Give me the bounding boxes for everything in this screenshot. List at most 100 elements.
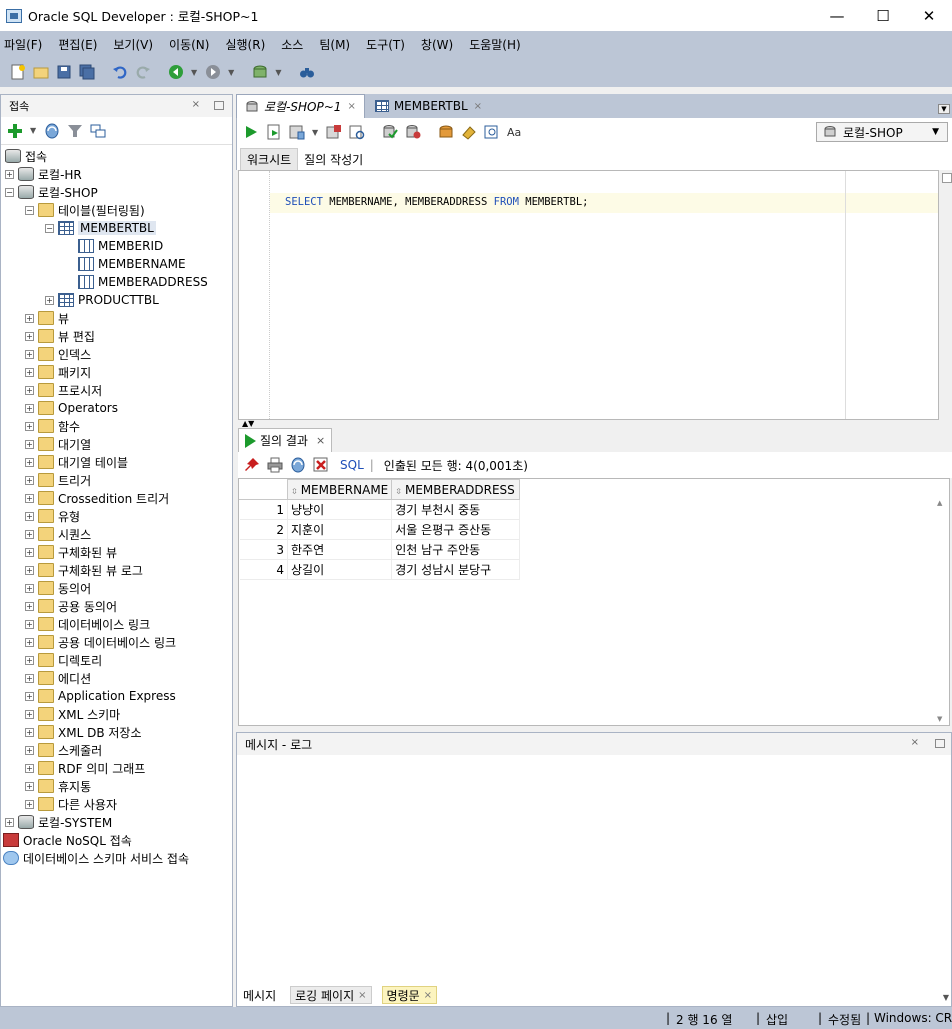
- binoculars-icon[interactable]: [299, 64, 315, 80]
- expand-icon[interactable]: +: [25, 799, 34, 809]
- table-row[interactable]: 1 냥냥이 경기 부천시 중동: [239, 499, 521, 520]
- back-dropdown-icon[interactable]: ▼: [191, 68, 197, 77]
- tree-item[interactable]: MEMBERNAME: [1, 255, 232, 273]
- tab-worksheet[interactable]: 로컬-SHOP~1 ×: [236, 94, 365, 118]
- expand-icon[interactable]: +: [25, 385, 34, 395]
- tab-worksheet-editor[interactable]: 워크시트: [240, 148, 299, 170]
- tree-item[interactable]: Oracle NoSQL 접속: [1, 831, 232, 849]
- tree-item[interactable]: + 프로시저: [1, 381, 232, 399]
- sql-tuning-icon[interactable]: [349, 124, 365, 140]
- run-script-icon[interactable]: [266, 124, 282, 140]
- sql-worksheet-dropdown-icon[interactable]: ▼: [275, 68, 281, 77]
- expand-icon[interactable]: +: [25, 691, 34, 701]
- expand-icon[interactable]: +: [25, 583, 34, 593]
- expand-icon[interactable]: +: [25, 673, 34, 683]
- expand-icon[interactable]: +: [25, 619, 34, 629]
- tree-item[interactable]: + 유형: [1, 507, 232, 525]
- expand-icon[interactable]: +: [25, 367, 34, 377]
- tree-item[interactable]: MEMBERID: [1, 237, 232, 255]
- menu-tools[interactable]: 도구(T): [366, 36, 405, 53]
- tree-item[interactable]: + Crossedition 트리거: [1, 489, 232, 507]
- tab-list-dropdown-icon[interactable]: ▼: [943, 993, 949, 1002]
- results-scrollbar[interactable]: [937, 499, 947, 723]
- commit-icon[interactable]: [382, 124, 398, 140]
- menu-team[interactable]: 팀(M): [319, 36, 350, 53]
- refresh-icon[interactable]: [290, 457, 306, 473]
- expand-icon[interactable]: +: [25, 439, 34, 449]
- expand-icon[interactable]: +: [25, 637, 34, 647]
- tree-item[interactable]: + 뷰 편집: [1, 327, 232, 345]
- menu-run[interactable]: 실행(R): [225, 36, 265, 53]
- tree-item[interactable]: + Operators: [1, 399, 232, 417]
- close-panel-icon[interactable]: ×: [911, 737, 919, 748]
- tree-item[interactable]: + 데이터베이스 링크: [1, 615, 232, 633]
- collapse-icon[interactable]: −: [45, 223, 54, 233]
- menu-file[interactable]: 파일(F): [4, 36, 42, 53]
- sql-link[interactable]: SQL: [340, 458, 364, 472]
- autotrace-dropdown-icon[interactable]: ▼: [312, 128, 318, 137]
- expand-icon[interactable]: +: [25, 475, 34, 485]
- minimize-button[interactable]: —: [814, 0, 860, 31]
- tree-item[interactable]: + Application Express: [1, 687, 232, 705]
- cell-memberaddress[interactable]: 서울 은평구 증산동: [391, 519, 521, 540]
- collapse-icon[interactable]: −: [5, 187, 14, 197]
- table-row[interactable]: 4 상길이 경기 성남시 분당구: [239, 559, 521, 580]
- expand-icon[interactable]: +: [25, 493, 34, 503]
- print-icon[interactable]: [267, 457, 283, 473]
- expand-icon[interactable]: +: [5, 817, 14, 827]
- cell-membername[interactable]: 냥냥이: [287, 499, 393, 520]
- tree-item[interactable]: − 테이블(필터링됨): [1, 201, 232, 219]
- expand-icon[interactable]: +: [25, 781, 34, 791]
- close-tab-icon[interactable]: ×: [424, 990, 432, 1001]
- menu-source[interactable]: 소스: [281, 36, 303, 53]
- save-all-icon[interactable]: [79, 64, 95, 80]
- table-row[interactable]: 2 지훈이 서울 은평구 증산동: [239, 519, 521, 540]
- splitter-arrows-icon[interactable]: ▲▼: [242, 419, 254, 428]
- menu-help[interactable]: 도움말(H): [469, 36, 521, 53]
- tab-logging-page[interactable]: 로깅 페이지 ×: [290, 986, 372, 1004]
- expand-icon[interactable]: +: [25, 763, 34, 773]
- tree-item[interactable]: + 트리거: [1, 471, 232, 489]
- tree-item[interactable]: + RDF 의미 그래프: [1, 759, 232, 777]
- redo-icon[interactable]: [135, 64, 151, 80]
- expand-icon[interactable]: +: [25, 349, 34, 359]
- clear-eraser-icon[interactable]: [461, 124, 477, 140]
- format-case-icon[interactable]: Aa: [507, 124, 523, 140]
- cell-memberaddress[interactable]: 경기 부천시 중동: [391, 499, 521, 520]
- minimize-panel-icon[interactable]: [214, 101, 224, 110]
- tree-item[interactable]: + 함수: [1, 417, 232, 435]
- explain-plan-icon[interactable]: [326, 124, 342, 140]
- sql-worksheet-icon[interactable]: [252, 64, 268, 80]
- menu-navigate[interactable]: 이동(N): [169, 36, 209, 53]
- expand-icon[interactable]: +: [25, 709, 34, 719]
- tree-item[interactable]: + 디렉토리: [1, 651, 232, 669]
- tree-item[interactable]: + 시퀀스: [1, 525, 232, 543]
- forward-icon[interactable]: [205, 64, 221, 80]
- sql-history-icon[interactable]: [484, 124, 500, 140]
- expand-icon[interactable]: +: [25, 331, 34, 341]
- expand-icon[interactable]: +: [25, 457, 34, 467]
- tab-messages[interactable]: 메시지: [239, 986, 280, 1004]
- open-folder-icon[interactable]: [33, 64, 49, 80]
- expand-icon[interactable]: +: [25, 655, 34, 665]
- tree-item[interactable]: + 휴지통: [1, 777, 232, 795]
- tree-item[interactable]: + 패키지: [1, 363, 232, 381]
- cell-memberaddress[interactable]: 경기 성남시 분당구: [391, 559, 521, 580]
- cell-membername[interactable]: 한주연: [287, 539, 393, 560]
- expand-icon[interactable]: +: [25, 565, 34, 575]
- close-tab-icon[interactable]: ×: [358, 990, 366, 1001]
- back-icon[interactable]: [168, 64, 184, 80]
- tree-item[interactable]: − MEMBERTBL: [1, 219, 232, 237]
- editor-results-splitter[interactable]: ▲▼: [238, 419, 952, 428]
- save-icon[interactable]: [56, 64, 72, 80]
- column-header-memberaddress[interactable]: ⇳ MEMBERADDRESS: [391, 479, 521, 500]
- tab-query-result[interactable]: 질의 결과 ×: [238, 428, 333, 452]
- new-file-icon[interactable]: [10, 64, 26, 80]
- tree-item[interactable]: + 다른 사용자: [1, 795, 232, 813]
- expand-icon[interactable]: +: [45, 295, 54, 305]
- table-row[interactable]: 3 한주연 인천 남구 주안동: [239, 539, 521, 560]
- maximize-button[interactable]: ☐: [860, 0, 906, 31]
- close-button[interactable]: ✕: [906, 0, 952, 31]
- tab-statement[interactable]: 명령문 ×: [381, 986, 438, 1004]
- tree-item[interactable]: + 로컬-SYSTEM: [1, 813, 232, 831]
